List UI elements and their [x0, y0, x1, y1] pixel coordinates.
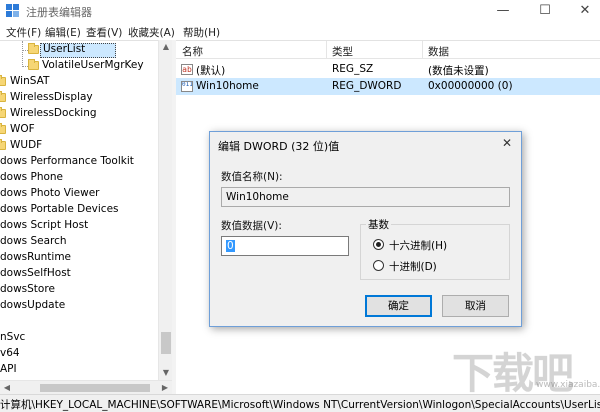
registry-tree[interactable]: UserList VolatileUserMgrKey WinSAT Wirel…: [0, 40, 172, 380]
scroll-down-icon[interactable]: ▼: [159, 366, 173, 380]
menu-help[interactable]: 帮助(H): [183, 25, 220, 40]
scroll-up-icon[interactable]: ▲: [159, 40, 173, 54]
scroll-thumb[interactable]: [40, 384, 150, 392]
folder-icon: [0, 91, 6, 102]
column-header-type[interactable]: 类型: [332, 44, 353, 59]
menu-favorites[interactable]: 收藏夹(A): [128, 25, 175, 40]
base-group-label: 基数: [366, 217, 391, 232]
folder-icon: [0, 107, 6, 118]
ok-button[interactable]: 确定: [365, 295, 432, 317]
menu-edit[interactable]: 编辑(E): [45, 25, 81, 40]
scroll-right-icon[interactable]: ▶: [158, 381, 172, 395]
maximize-button[interactable]: ☐: [530, 0, 560, 22]
dialog-title: 编辑 DWORD (32 位)值: [218, 140, 340, 153]
watermark-url: www.xiazaiba.com: [536, 380, 600, 390]
value-data-label: 数值数据(V):: [221, 220, 282, 232]
folder-icon: [28, 59, 39, 70]
base-groupbox: 十六进制(H) 十进制(D): [360, 224, 510, 280]
folder-icon: [0, 123, 6, 134]
value-data-field[interactable]: 0: [221, 236, 349, 256]
value-row-selected[interactable]: 011 Win10home REG_DWORD 0x00000000 (0): [176, 78, 600, 95]
menu-file[interactable]: 文件(F): [6, 25, 41, 40]
window-title: 注册表编辑器: [26, 6, 92, 19]
column-header-data[interactable]: 数据: [428, 44, 449, 59]
scroll-left-icon[interactable]: ◀: [0, 381, 14, 395]
folder-icon: [0, 139, 6, 150]
column-header-name[interactable]: 名称: [182, 44, 203, 59]
regedit-app-icon: [6, 4, 20, 18]
dialog-close-icon[interactable]: ✕: [497, 134, 517, 152]
string-value-icon: ab: [181, 64, 193, 75]
value-name-label: 数值名称(N):: [221, 171, 283, 183]
radio-hexadecimal[interactable]: 十六进制(H): [373, 238, 493, 252]
list-header: 名称 类型 数据: [176, 41, 600, 59]
folder-icon: [28, 43, 39, 54]
radio-dot-icon: [373, 260, 384, 271]
binary-value-icon: 011: [181, 81, 193, 92]
edit-dword-dialog: 编辑 DWORD (32 位)值 ✕ 数值名称(N): Win10home 数值…: [209, 131, 522, 327]
menu-view[interactable]: 查看(V): [86, 25, 122, 40]
watermark-logo: 下载吧: [452, 349, 574, 398]
title-bar: 注册表编辑器 — ☐ ✕: [0, 0, 600, 22]
cancel-button[interactable]: 取消: [442, 295, 509, 317]
scroll-thumb[interactable]: [161, 332, 171, 354]
folder-icon: [0, 75, 6, 86]
minimize-button[interactable]: —: [488, 0, 518, 22]
radio-dot-icon: [373, 239, 384, 250]
value-row[interactable]: ab (默认) REG_SZ (数值未设置): [176, 61, 600, 78]
close-button[interactable]: ✕: [570, 0, 600, 22]
menu-bar: 文件(F) 编辑(E) 查看(V) 收藏夹(A) 帮助(H): [0, 22, 600, 40]
tree-horizontal-scrollbar[interactable]: ◀ ▶: [0, 380, 172, 394]
value-name-field[interactable]: Win10home: [221, 187, 510, 207]
tree-vertical-scrollbar[interactable]: ▲ ▼: [158, 40, 172, 380]
radio-decimal[interactable]: 十进制(D): [373, 259, 493, 273]
